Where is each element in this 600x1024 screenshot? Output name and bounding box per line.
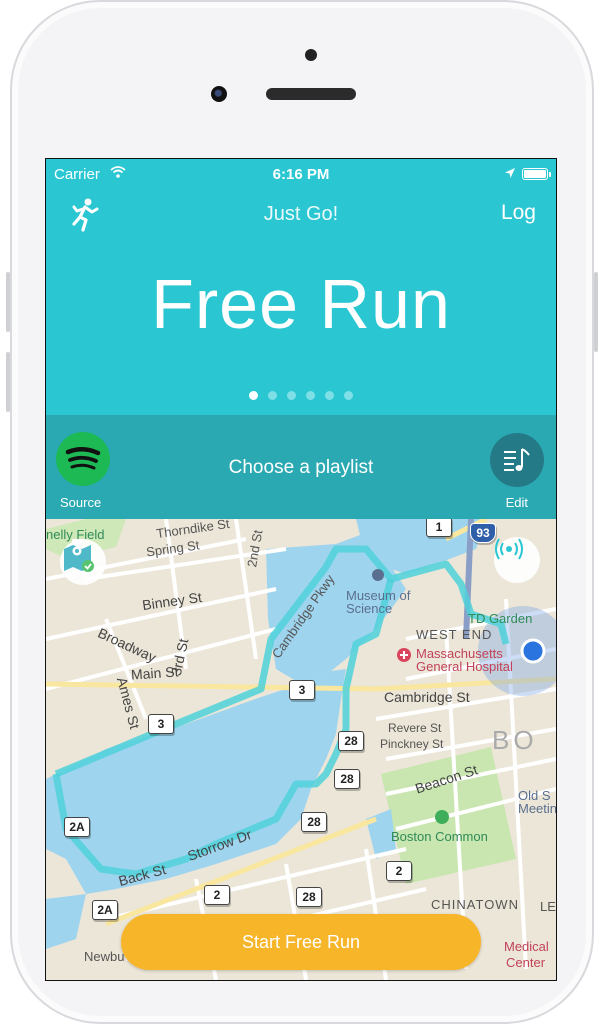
map-label-museum: Museum of Science: [346, 588, 411, 616]
page-dot-1[interactable]: [249, 391, 258, 400]
music-bar: Source Choose a playlist Edit: [46, 415, 556, 519]
battery-icon: [522, 168, 551, 180]
map-label-revere: Revere St: [388, 721, 442, 735]
map-label-mgh: Massachusetts General Hospital: [416, 646, 513, 674]
map-label-west-end: WEST END: [416, 627, 493, 642]
map-label-main: Main St: [130, 663, 179, 683]
map-label-medical: Medical: [504, 939, 549, 954]
route-shield: 93: [470, 523, 496, 543]
volume-up-button: [6, 272, 10, 332]
status-bar: Carrier 6:16 PM: [46, 159, 556, 189]
page-dot-4[interactable]: [306, 391, 315, 400]
page-dot-6[interactable]: [344, 391, 353, 400]
map-label-old-state: Old S Meeting: [518, 788, 556, 816]
route-shield: 28: [338, 731, 364, 751]
route-shield: 2: [386, 861, 412, 881]
route-shield: 3: [148, 714, 174, 734]
map-label-newbury: Newbu: [84, 949, 125, 964]
proximity-sensor: [305, 49, 317, 61]
page-dot-3[interactable]: [287, 391, 296, 400]
map-label-center: Center: [506, 955, 546, 970]
earpiece-speaker: [266, 88, 356, 100]
clock: 6:16 PM: [272, 166, 330, 183]
broadcast-icon: [495, 538, 523, 560]
route-shield: 2A: [92, 900, 118, 920]
route-shield: 28: [301, 812, 327, 832]
workout-mode-title[interactable]: Free Run: [46, 264, 556, 344]
top-bar: Just Go! Log: [46, 189, 556, 241]
route-map[interactable]: nelly Field Thorndike St Spring St 2nd S…: [46, 519, 556, 980]
route-shield: 1: [426, 519, 452, 537]
route-shield: 2: [204, 885, 230, 905]
route-shield: 28: [296, 887, 322, 907]
app-screen: Carrier 6:16 PM Just Go! Log Free Run So…: [45, 158, 557, 981]
broadcast-button[interactable]: [494, 537, 540, 583]
map-label-bos: BO: [492, 725, 538, 755]
page-dot-2[interactable]: [268, 391, 277, 400]
route-shield: 3: [289, 680, 315, 700]
map-label-chinatown: CHINATOWN: [431, 897, 519, 912]
map-routes-button[interactable]: [60, 539, 106, 585]
start-run-button[interactable]: Start Free Run: [121, 914, 481, 970]
edit-label: Edit: [505, 495, 528, 510]
power-button: [594, 272, 598, 352]
map-check-icon: [64, 539, 94, 572]
volume-down-button: [6, 352, 10, 412]
source-label: Source: [60, 495, 102, 510]
choose-playlist-button[interactable]: Choose a playlist: [46, 457, 556, 479]
playlist-icon: [504, 448, 530, 471]
edit-playlist-button[interactable]: [490, 433, 544, 487]
map-label-cambridge-st: Cambridge St: [384, 689, 470, 705]
map-label-le: LE: [540, 899, 556, 914]
route-shield: 2A: [64, 817, 90, 837]
route-shield: 28: [334, 769, 360, 789]
page-indicator[interactable]: [46, 387, 556, 405]
page-dot-5[interactable]: [325, 391, 334, 400]
front-camera: [211, 86, 227, 102]
map-label-boston-common: Boston Common: [391, 829, 488, 844]
location-arrow-icon: [504, 166, 516, 183]
map-label-pinckney: Pinckney St: [380, 737, 444, 751]
log-button[interactable]: Log: [501, 201, 536, 225]
header-title: Just Go!: [263, 203, 339, 225]
map-label-td-garden: TD Garden: [468, 611, 533, 626]
